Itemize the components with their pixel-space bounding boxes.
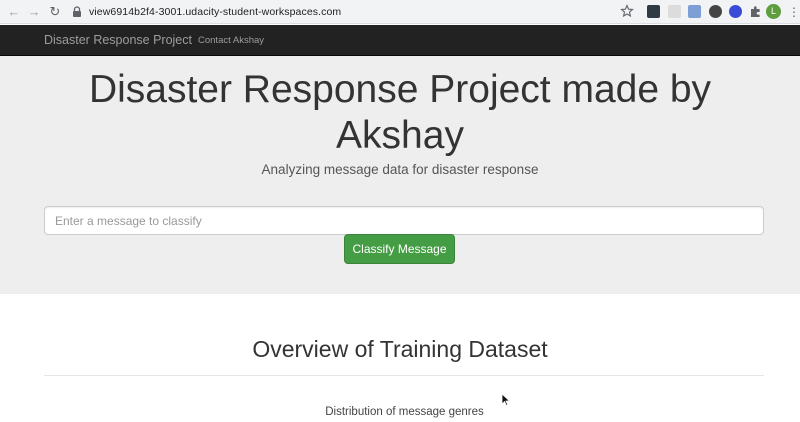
mouse-cursor-icon <box>501 393 511 407</box>
extension-icon-5[interactable] <box>729 5 742 18</box>
reload-icon[interactable]: ↻ <box>47 4 63 20</box>
extension-icon-2[interactable] <box>668 5 681 18</box>
menu-kebab-icon[interactable]: ⋮ <box>788 4 800 20</box>
plot-title: Distribution of message genres <box>325 406 484 418</box>
divider <box>44 375 764 376</box>
classify-message-button[interactable]: Classify Message <box>344 234 455 264</box>
address-bar[interactable]: view6914b2f4-3001.udacity-student-worksp… <box>89 5 341 19</box>
jumbotron: Disaster Response Project made by Akshay… <box>0 56 800 294</box>
lock-icon <box>73 6 81 17</box>
puzzle-extensions-icon[interactable] <box>749 5 762 18</box>
bookmark-star-icon[interactable] <box>620 4 634 18</box>
nav-link-contact[interactable]: Contact Akshay <box>198 25 264 56</box>
forward-icon[interactable]: → <box>26 4 42 20</box>
page-title: Disaster Response Project made by Akshay <box>88 68 712 157</box>
page-subtitle: Analyzing message data for disaster resp… <box>261 162 539 177</box>
extension-icon-4[interactable] <box>709 5 722 18</box>
extension-icon-1[interactable] <box>647 5 660 18</box>
navbar-brand[interactable]: Disaster Response Project <box>44 25 192 56</box>
back-icon[interactable]: ← <box>6 4 22 20</box>
browser-toolbar: ← → ↻ view6914b2f4-3001.udacity-student-… <box>0 0 800 24</box>
extension-icon-3[interactable] <box>688 5 701 18</box>
section-title: Overview of Training Dataset <box>252 336 548 362</box>
navbar: Disaster Response Project Contact Akshay <box>0 25 800 56</box>
message-input[interactable] <box>44 206 764 235</box>
profile-avatar[interactable]: L <box>766 4 781 19</box>
